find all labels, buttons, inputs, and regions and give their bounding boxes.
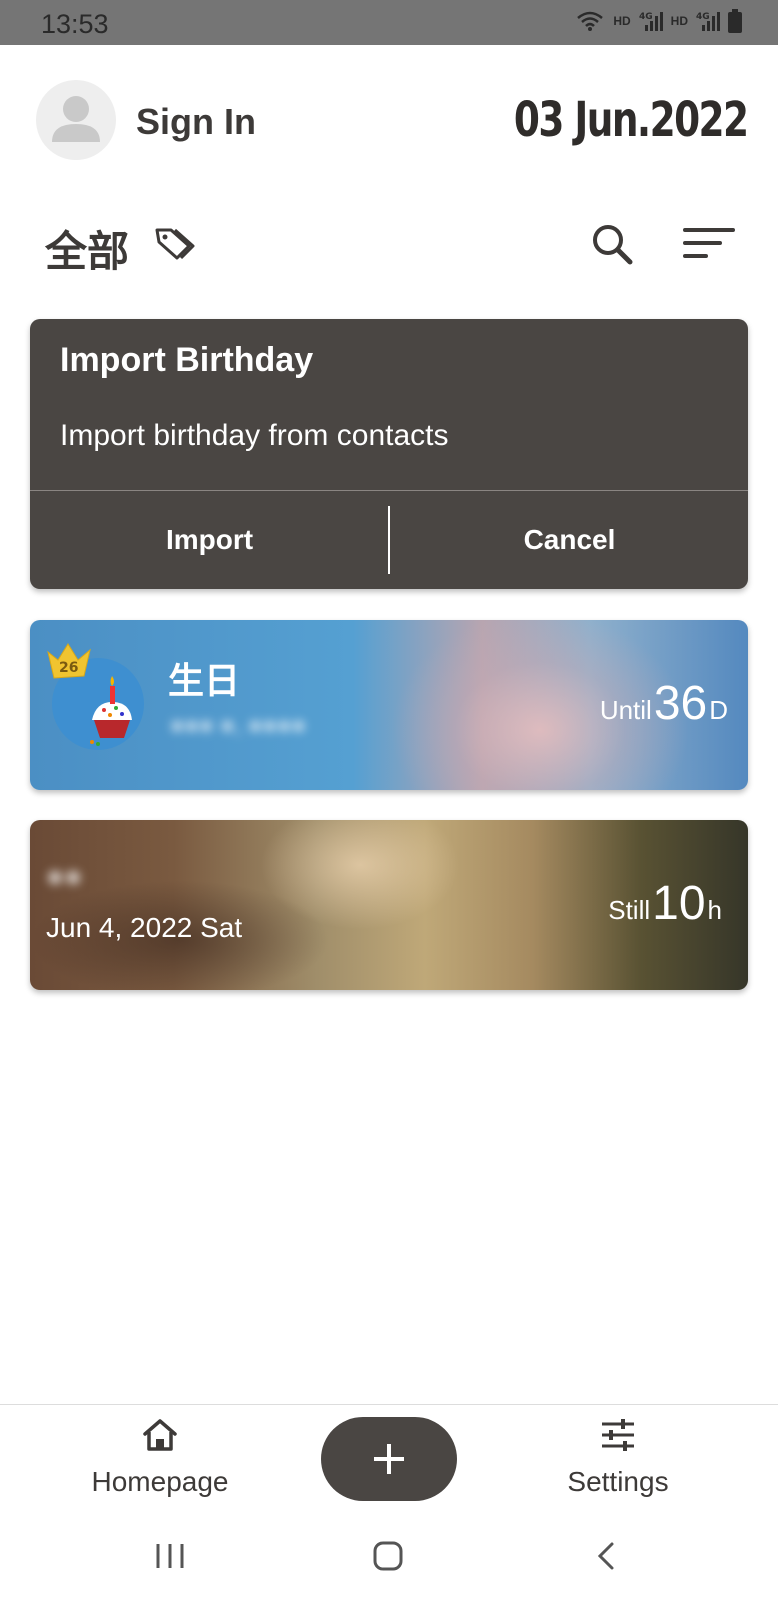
user-icon (52, 96, 100, 142)
nav-homepage[interactable]: Homepage (80, 1417, 240, 1507)
signal-icon: 4G (696, 12, 720, 31)
network-type-1: HD (613, 14, 631, 28)
home-button-icon[interactable] (368, 1536, 408, 1576)
category-filter[interactable]: 全部 (45, 218, 129, 279)
tag-icon[interactable] (153, 224, 197, 264)
countdown-prefix: Until (599, 695, 652, 725)
cancel-button[interactable]: Cancel (390, 491, 749, 589)
nav-settings-label: Settings (567, 1466, 669, 1497)
wifi-icon (577, 11, 604, 31)
blurred-date: ●●● ●, ●●●● (170, 712, 306, 739)
event-card-birthday[interactable]: 26 生日 ●●● ●, ●●●● Until 36 D (30, 620, 748, 790)
bottom-nav: Homepage Settings (0, 1404, 778, 1509)
sort-icon[interactable] (682, 224, 736, 264)
countdown-prefix: Still (608, 895, 651, 925)
age-badge: 26 (59, 660, 78, 676)
status-icons: HD 4G HD 4G (575, 9, 742, 33)
countdown-unit: h (707, 895, 722, 925)
current-date: 03 Jun.2022 (514, 92, 749, 148)
svg-text:4G: 4G (696, 12, 710, 22)
avatar[interactable] (36, 80, 116, 160)
nav-settings[interactable]: Settings (548, 1417, 688, 1507)
import-title: Import Birthday (60, 341, 314, 379)
back-icon[interactable] (588, 1536, 628, 1576)
event-card-other[interactable]: ●● Jun 4, 2022 Sat Still 10 h (30, 820, 748, 990)
crown-icon: 26 (47, 643, 91, 679)
status-time: 13:53 (41, 9, 109, 39)
add-event-button[interactable] (321, 1417, 457, 1501)
signal-icon: 4G (639, 12, 663, 31)
nav-homepage-label: Homepage (91, 1466, 229, 1497)
home-icon (143, 1419, 177, 1451)
battery-icon (728, 9, 742, 33)
countdown: Still 10 h (608, 876, 722, 931)
recent-apps-icon[interactable] (150, 1536, 190, 1576)
countdown-unit: D (709, 695, 728, 725)
toolbar: 全部 (0, 212, 778, 275)
search-icon[interactable] (588, 220, 636, 268)
svg-text:4G: 4G (639, 12, 653, 22)
system-nav-bar (0, 1508, 778, 1600)
blurred-title: ●● (46, 860, 83, 893)
plus-icon (374, 1444, 404, 1474)
event-title: 生日 (168, 660, 241, 701)
countdown-value: 36 (653, 677, 708, 730)
header: Sign In 03 Jun.2022 (0, 80, 778, 162)
network-type-2: HD (670, 14, 688, 28)
import-message: Import birthday from contacts (60, 419, 449, 452)
countdown: Until 36 D (600, 676, 728, 731)
import-button[interactable]: Import (30, 491, 389, 589)
status-bar: 13:53 HD 4G HD 4G (0, 0, 778, 45)
sign-in-link[interactable]: Sign In (136, 101, 256, 143)
import-birthday-card: Import Birthday Import birthday from con… (30, 319, 748, 589)
sliders-icon (602, 1419, 634, 1451)
countdown-value: 10 (652, 877, 706, 930)
event-date: Jun 4, 2022 Sat (46, 912, 243, 943)
